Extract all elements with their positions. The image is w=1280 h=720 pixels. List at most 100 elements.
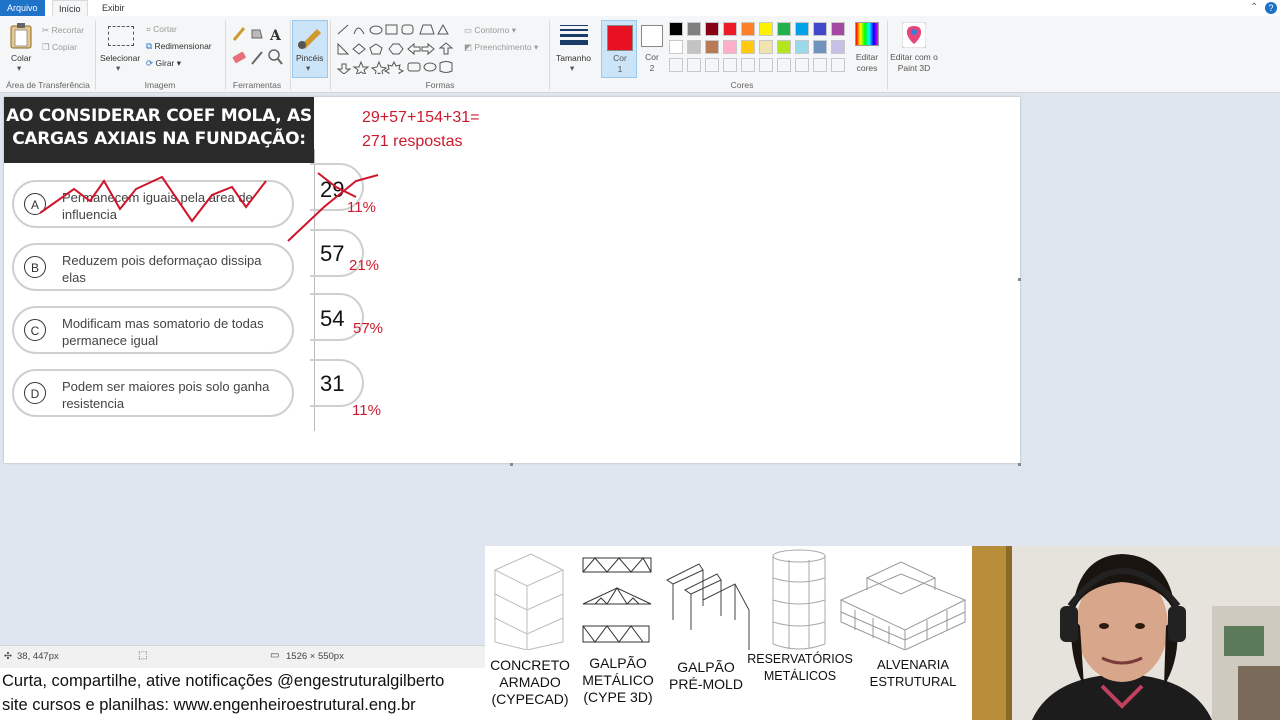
copy-label: Copiar bbox=[52, 42, 78, 52]
palette-swatch[interactable] bbox=[777, 40, 791, 54]
fill-label: Preenchimento bbox=[474, 42, 532, 52]
palette-swatch[interactable] bbox=[813, 58, 827, 72]
resize-button[interactable]: ⧉ Redimensionar bbox=[146, 41, 212, 52]
palette-swatch[interactable] bbox=[831, 40, 845, 54]
pencil-icon[interactable] bbox=[232, 27, 246, 41]
resize-label: Redimensionar bbox=[154, 41, 212, 51]
palette-swatch[interactable] bbox=[723, 58, 737, 72]
palette-swatch[interactable] bbox=[705, 22, 719, 36]
edit-colors-icon[interactable] bbox=[855, 22, 879, 46]
palette-swatch[interactable] bbox=[795, 40, 809, 54]
rotate-icon: ⟳ bbox=[146, 58, 154, 68]
tab-home[interactable]: Início bbox=[52, 0, 88, 16]
resize-handle[interactable] bbox=[1018, 278, 1021, 281]
outline-icon: ▭ bbox=[464, 25, 473, 35]
clipboard-group-label: Área de Transferência bbox=[6, 80, 90, 90]
color1-label: Cor 1 bbox=[613, 53, 627, 74]
outline-label: Contorno bbox=[474, 25, 510, 35]
paste-button[interactable]: Colar bbox=[11, 53, 31, 63]
palette-swatch[interactable] bbox=[741, 58, 755, 72]
text-tool-icon[interactable]: A bbox=[269, 28, 282, 44]
fill-button[interactable]: ◩ Preenchimento ▾ bbox=[464, 42, 538, 53]
rotate-button[interactable]: ⟳ Girar ▾ bbox=[146, 58, 181, 69]
palette-swatch[interactable] bbox=[795, 58, 809, 72]
copy-button[interactable]: ❐ Copiar bbox=[42, 42, 77, 53]
option-count: 54 bbox=[320, 306, 345, 331]
color2-label[interactable]: Cor 2 bbox=[644, 52, 660, 74]
palette-swatch[interactable] bbox=[705, 40, 719, 54]
size-button[interactable]: Tamanho bbox=[556, 53, 591, 63]
select-dropdown-icon[interactable]: ▾ bbox=[116, 63, 120, 74]
rotate-label: Girar bbox=[155, 58, 175, 68]
paint3d-icon[interactable] bbox=[902, 22, 926, 48]
help-icon[interactable]: ? bbox=[1265, 2, 1277, 14]
paint3d-button[interactable]: Editar com o Paint 3D bbox=[890, 52, 938, 74]
palette-swatch[interactable] bbox=[741, 22, 755, 36]
promo-line-1: Curta, compartilhe, ative notificações @… bbox=[2, 672, 445, 690]
brushes-dropdown-icon: ▾ bbox=[306, 63, 311, 73]
drawing-canvas[interactable]: AO CONSIDERAR COEF MOLA, AS CARGAS AXIAI… bbox=[4, 97, 1021, 466]
palette-swatch[interactable] bbox=[687, 58, 701, 72]
fill-bucket-icon[interactable] bbox=[251, 29, 263, 39]
palette-swatch[interactable] bbox=[759, 40, 773, 54]
palette-swatch[interactable] bbox=[687, 22, 701, 36]
option-c: C Modificam mas somatorio de todas perma… bbox=[12, 306, 294, 354]
cut-label: Recortar bbox=[51, 25, 85, 35]
color-picker-icon[interactable] bbox=[251, 51, 263, 65]
tab-file[interactable]: Arquivo bbox=[0, 0, 45, 16]
select-button[interactable]: Selecionar bbox=[100, 53, 140, 63]
collapse-ribbon-icon[interactable]: ⌃ bbox=[1250, 2, 1258, 13]
divider bbox=[549, 20, 550, 90]
option-letter: C bbox=[24, 319, 46, 341]
palette-swatch[interactable] bbox=[723, 40, 737, 54]
resize-handle[interactable] bbox=[1018, 463, 1021, 466]
magnifier-icon[interactable] bbox=[268, 49, 283, 65]
crop-button[interactable]: ⌗ Cortar bbox=[146, 24, 177, 35]
palette-swatch[interactable] bbox=[687, 40, 701, 54]
palette-swatch[interactable] bbox=[795, 22, 809, 36]
palette-swatch[interactable] bbox=[705, 58, 719, 72]
palette-swatch[interactable] bbox=[831, 58, 845, 72]
size-dropdown-icon[interactable]: ▾ bbox=[570, 63, 574, 74]
palette-swatch[interactable] bbox=[777, 58, 791, 72]
resize-handle[interactable] bbox=[510, 463, 513, 466]
palette-swatch[interactable] bbox=[669, 58, 683, 72]
color1-button[interactable]: Cor 1 bbox=[601, 20, 637, 78]
cut-button[interactable]: ✂ Recortar bbox=[42, 25, 84, 36]
steel-tank-icon bbox=[772, 549, 826, 650]
percent-c: 57% bbox=[353, 320, 384, 337]
divider bbox=[330, 20, 331, 90]
select-icon[interactable] bbox=[108, 26, 134, 46]
palette-swatch[interactable] bbox=[813, 22, 827, 36]
divider bbox=[290, 20, 291, 90]
eraser-icon[interactable] bbox=[232, 51, 246, 64]
tools-group-label: Ferramentas bbox=[232, 80, 282, 90]
shapes-gallery[interactable] bbox=[334, 22, 462, 74]
image-size: 1526 × 550px bbox=[286, 651, 344, 662]
palette-swatch[interactable] bbox=[759, 58, 773, 72]
outline-button[interactable]: ▭ Contorno ▾ bbox=[464, 25, 516, 36]
brush-icon bbox=[298, 29, 321, 49]
palette-swatch[interactable] bbox=[777, 22, 791, 36]
divider bbox=[887, 20, 888, 90]
palette-swatch[interactable] bbox=[669, 40, 683, 54]
ribbon: Colar ▾ ✂ Recortar ❐ Copiar Área de Tran… bbox=[0, 16, 1280, 93]
edit-colors-button[interactable]: Editar cores bbox=[852, 52, 882, 74]
scissors-icon: ✂ bbox=[42, 25, 50, 35]
paste-icon[interactable] bbox=[9, 22, 33, 50]
color2-swatch[interactable] bbox=[641, 25, 663, 47]
option-letter: D bbox=[24, 382, 46, 404]
palette-swatch[interactable] bbox=[669, 22, 683, 36]
structures-panel: CONCRETO ARMADO (CYPECAD) GALPÃO METÁLIC… bbox=[485, 546, 972, 720]
size-lines-icon[interactable] bbox=[560, 24, 588, 46]
color1-swatch bbox=[607, 25, 633, 51]
paste-dropdown-icon[interactable]: ▾ bbox=[17, 63, 21, 74]
palette-swatch[interactable] bbox=[813, 40, 827, 54]
palette-swatch[interactable] bbox=[741, 40, 755, 54]
tab-view[interactable]: Exibir bbox=[96, 0, 131, 16]
palette-swatch[interactable] bbox=[759, 22, 773, 36]
brushes-button[interactable]: Pincéis ▾ bbox=[292, 20, 328, 78]
palette-swatch[interactable] bbox=[831, 22, 845, 36]
divider bbox=[95, 20, 96, 90]
palette-swatch[interactable] bbox=[723, 22, 737, 36]
